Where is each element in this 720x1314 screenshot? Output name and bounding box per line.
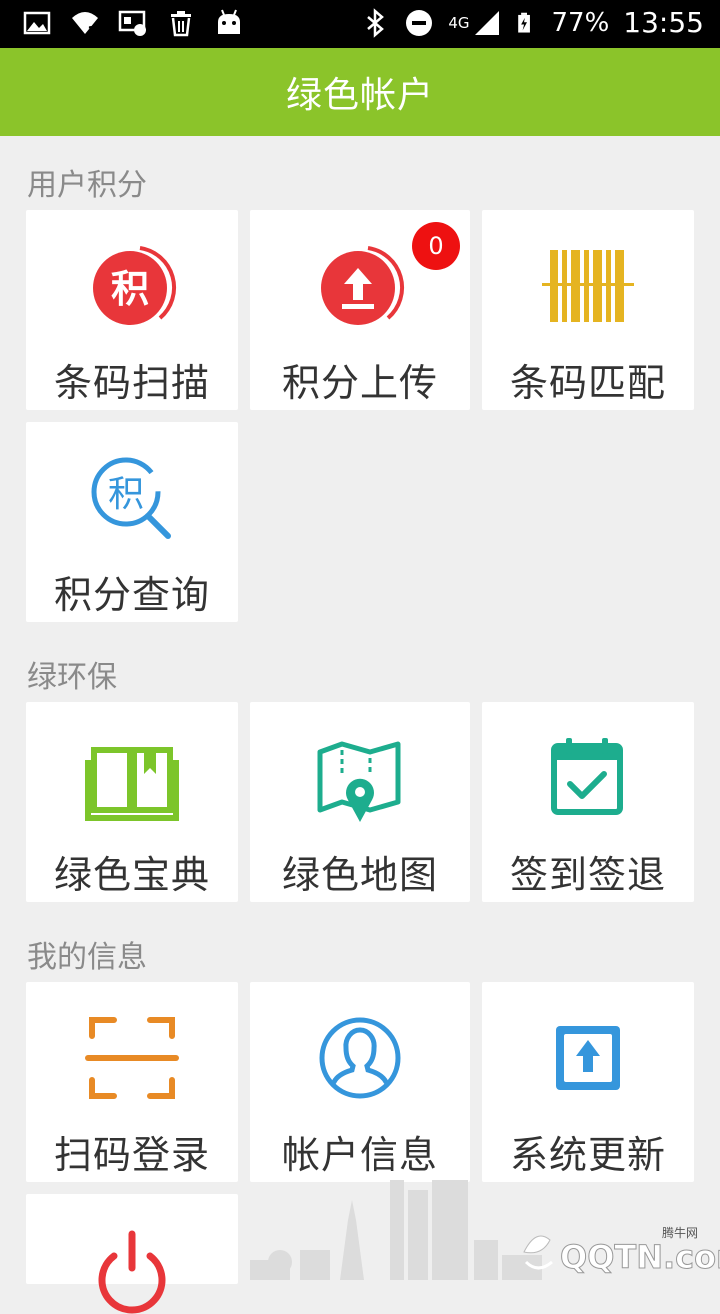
clock: 13:55 xyxy=(623,6,704,39)
barcode-icon xyxy=(542,250,634,322)
tile-label: 积分查询 xyxy=(53,573,210,617)
page-title: 绿色帐户 xyxy=(285,75,434,116)
tile-green-guide[interactable]: 绿色宝典 xyxy=(26,702,238,902)
upload-icon xyxy=(321,246,405,325)
tile-account-info[interactable]: 帐户信息 xyxy=(250,982,470,1182)
points-scan-icon: 积 xyxy=(93,246,177,325)
gallery-icon xyxy=(23,11,51,35)
battery-percent: 77% xyxy=(551,7,610,38)
tile-barcode-match[interactable]: 条码匹配 xyxy=(482,210,694,410)
scan-frame-icon xyxy=(85,1017,179,1099)
section-title-points: 用户积分 xyxy=(27,168,147,203)
tile-label: 条码扫描 xyxy=(53,361,210,405)
tile-system-update[interactable]: 系统更新 xyxy=(482,982,694,1182)
status-bar: ? 4G 77% 13:55 xyxy=(0,0,720,48)
book-icon xyxy=(85,747,179,821)
calendar-check-icon xyxy=(551,738,623,815)
do-not-disturb-icon xyxy=(406,9,433,36)
power-icon xyxy=(98,1230,166,1314)
upload-count-badge: 0 xyxy=(412,222,460,270)
signal-icon xyxy=(474,10,499,35)
tile-check-in[interactable]: 签到签退 xyxy=(482,702,694,902)
tile-label: 系统更新 xyxy=(509,1133,666,1177)
watermark-text: QQTN.com xyxy=(559,1238,720,1277)
trash-icon xyxy=(171,11,191,37)
tile-logout[interactable] xyxy=(26,1194,238,1314)
network-type: 4G xyxy=(448,13,470,32)
bluetooth-icon xyxy=(367,7,385,38)
svg-text:?: ? xyxy=(88,25,96,38)
section-title-green-env: 绿环保 xyxy=(27,660,117,695)
tile-green-map[interactable]: 绿色地图 xyxy=(250,702,470,902)
wifi-question-icon: ? xyxy=(72,12,98,38)
app-header: 绿色帐户 xyxy=(0,48,720,136)
vpn-card-icon xyxy=(118,10,146,36)
android-icon xyxy=(218,9,240,34)
tile-points-upload[interactable]: 积分上传 0 xyxy=(250,210,470,410)
update-icon xyxy=(556,1026,620,1090)
svg-text:积: 积 xyxy=(108,474,144,515)
user-icon xyxy=(319,1017,401,1099)
tile-label: 积分上传 xyxy=(281,361,438,405)
svg-text:积: 积 xyxy=(111,267,149,311)
tile-label: 条码匹配 xyxy=(509,361,666,405)
tile-barcode-scan[interactable]: 积 条码扫描 xyxy=(26,210,238,410)
section-title-my-info: 我的信息 xyxy=(27,940,147,975)
qqtn-watermark: 腾牛网 QQTN.com xyxy=(512,1222,720,1278)
tile-scan-login[interactable]: 扫码登录 xyxy=(26,982,238,1182)
tile-points-query[interactable]: 积 积分查询 xyxy=(26,422,238,622)
tile-label: 绿色宝典 xyxy=(53,853,210,897)
tile-label: 帐户信息 xyxy=(281,1133,438,1177)
tile-label: 扫码登录 xyxy=(53,1133,210,1177)
map-icon xyxy=(317,741,401,822)
points-search-icon: 积 xyxy=(91,457,171,539)
tile-label: 签到签退 xyxy=(509,853,666,897)
battery-charging-icon xyxy=(517,12,530,33)
tile-label: 绿色地图 xyxy=(281,853,438,897)
